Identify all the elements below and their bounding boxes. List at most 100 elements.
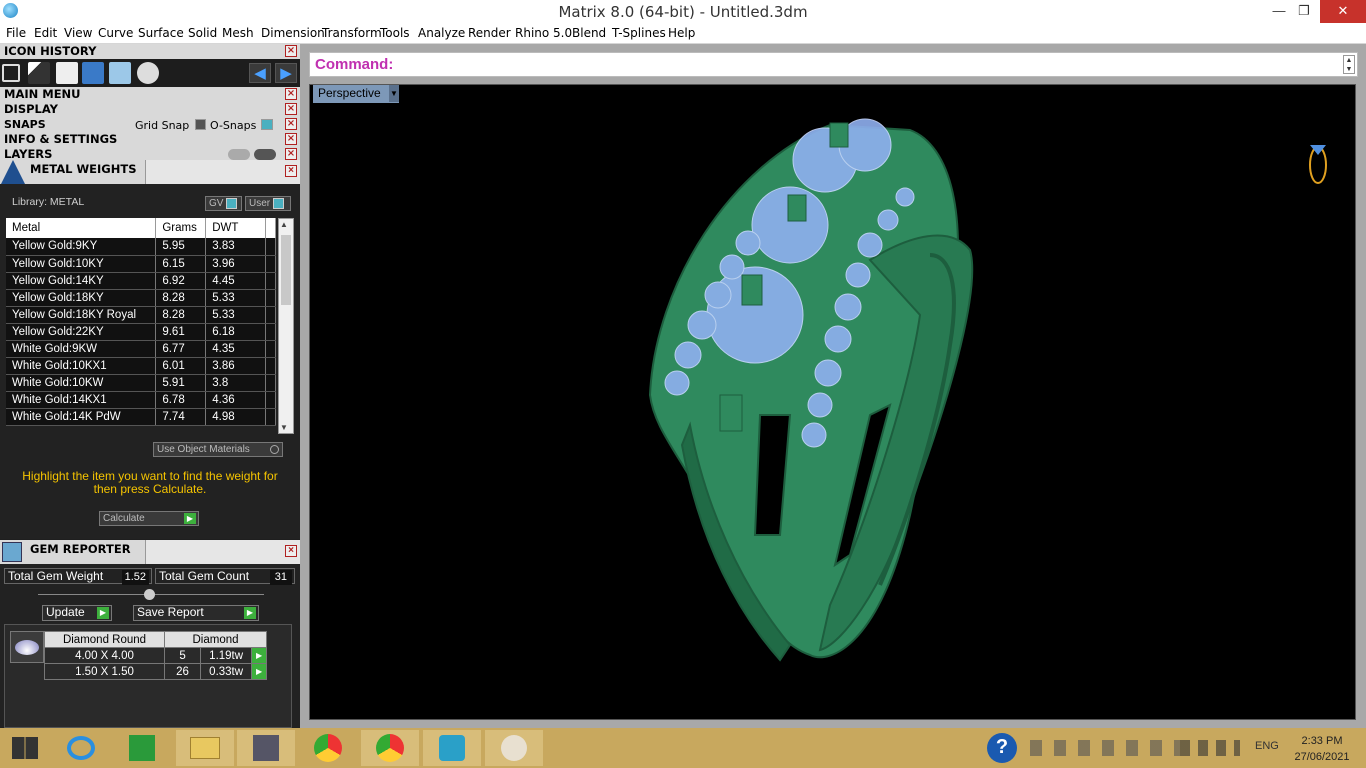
maximize-button[interactable]: ❐: [1287, 0, 1321, 23]
internet-explorer-icon[interactable]: [52, 730, 110, 766]
menu-solid[interactable]: Solid: [188, 26, 217, 40]
menu-analyze[interactable]: Analyze: [418, 26, 465, 40]
table-row[interactable]: White Gold:10KW 5.91 3.8: [6, 374, 276, 392]
table-row[interactable]: 4.00 X 4.00 5 1.19tw ▶: [44, 647, 267, 664]
back-arrow-icon[interactable]: ◀: [249, 63, 271, 83]
matrix-app-icon[interactable]: [237, 730, 295, 766]
layer-toggle-icon[interactable]: [228, 149, 250, 160]
chrome-window-icon[interactable]: [361, 730, 419, 766]
save-icon[interactable]: [2, 64, 20, 82]
snaps-label: SNAPS: [4, 118, 46, 131]
table-row[interactable]: White Gold:14K PdW 7.74 4.98: [6, 408, 276, 426]
snaps-header[interactable]: SNAPS Grid Snap O-Snaps ×: [0, 117, 300, 133]
menu-file[interactable]: File: [6, 26, 26, 40]
document-icon[interactable]: [56, 62, 78, 84]
icon-history-bar: ◀ ▶: [0, 59, 300, 88]
start-icon[interactable]: [12, 737, 38, 759]
menu-rhino[interactable]: Rhino 5.0: [515, 26, 572, 40]
close-icon[interactable]: ×: [285, 45, 297, 57]
close-icon[interactable]: ×: [285, 165, 297, 177]
metal-table-scrollbar[interactable]: ▲ ▼: [278, 218, 294, 434]
info-settings-header[interactable]: INFO & SETTINGS ×: [0, 132, 300, 148]
close-icon[interactable]: ×: [285, 88, 297, 100]
menu-view[interactable]: View: [64, 26, 92, 40]
table-row[interactable]: White Gold:14KX1 6.78 4.36: [6, 391, 276, 409]
osnaps-toggle[interactable]: [261, 119, 273, 130]
save-report-button[interactable]: Save Report ▶: [133, 605, 259, 621]
column-header-grams[interactable]: Grams: [155, 218, 207, 238]
gear-tool-icon[interactable]: [137, 62, 159, 84]
table-row[interactable]: Yellow Gold:22KY 9.61 6.18: [6, 323, 276, 341]
menu-surface[interactable]: Surface: [138, 26, 184, 40]
menu-transform[interactable]: Transform: [322, 26, 382, 40]
close-icon[interactable]: ×: [285, 545, 297, 557]
gv-toggle[interactable]: GV: [205, 196, 242, 211]
help-icon[interactable]: ?: [987, 733, 1017, 763]
user-toggle[interactable]: User: [245, 196, 291, 211]
icon-history-header[interactable]: ICON HISTORY ×: [0, 44, 300, 60]
table-row[interactable]: White Gold:9KW 6.77 4.35: [6, 340, 276, 358]
curve-tool-icon[interactable]: [28, 62, 50, 84]
vso-icon[interactable]: [423, 730, 481, 766]
menu-render[interactable]: Render: [468, 26, 511, 40]
total-gem-count-value: 31: [269, 570, 292, 585]
gem-reporter-icon: [2, 542, 22, 562]
title-bar: Matrix 8.0 (64-bit) - Untitled.3dm — ❐ ✕: [0, 0, 1366, 23]
gem-type-header: Diamond: [164, 631, 267, 648]
grid-snap-toggle[interactable]: [195, 119, 206, 130]
column-header-metal[interactable]: Metal: [6, 218, 157, 238]
tray-icons[interactable]: [1030, 740, 1180, 756]
menu-mesh[interactable]: Mesh: [222, 26, 254, 40]
scroll-up-icon[interactable]: ▲: [280, 220, 288, 229]
close-icon[interactable]: ×: [285, 103, 297, 115]
close-icon[interactable]: ×: [285, 133, 297, 145]
slider-handle[interactable]: [144, 589, 155, 600]
close-button[interactable]: ✕: [1320, 0, 1366, 23]
menu-tsplines[interactable]: T-Splines: [612, 26, 666, 40]
language-indicator[interactable]: ENG: [1255, 740, 1279, 752]
close-icon[interactable]: ×: [285, 148, 297, 160]
table-row[interactable]: White Gold:10KX1 6.01 3.86: [6, 357, 276, 375]
file-explorer-icon[interactable]: [176, 730, 234, 766]
osnaps-label[interactable]: O-Snaps: [210, 118, 256, 133]
table-row[interactable]: Yellow Gold:18KY Royal 8.28 5.33: [6, 306, 276, 324]
table-row[interactable]: 1.50 X 1.50 26 0.33tw ▶: [44, 663, 267, 680]
menu-edit[interactable]: Edit: [34, 26, 57, 40]
display-header[interactable]: DISPLAY ×: [0, 102, 300, 118]
table-row[interactable]: Yellow Gold:14KY 6.92 4.45: [6, 272, 276, 290]
command-line[interactable]: Command: ▲ ▼: [309, 52, 1358, 77]
eye-icon[interactable]: [254, 149, 276, 160]
update-button[interactable]: Update ▶: [42, 605, 112, 621]
column-header-dwt[interactable]: DWT: [205, 218, 267, 238]
play-icon[interactable]: ▶: [251, 647, 267, 664]
gem-report-icon[interactable]: [109, 62, 131, 84]
forward-arrow-icon[interactable]: ▶: [275, 63, 297, 83]
play-icon[interactable]: ▶: [251, 663, 267, 680]
table-row[interactable]: Yellow Gold:10KY 6.15 3.96: [6, 255, 276, 273]
command-history-scroll[interactable]: ▲ ▼: [1343, 55, 1355, 74]
menu-dimension[interactable]: Dimension: [261, 26, 325, 40]
main-menu-header[interactable]: MAIN MENU ×: [0, 87, 300, 103]
store-icon[interactable]: [113, 730, 171, 766]
scroll-thumb[interactable]: [281, 235, 291, 305]
clock[interactable]: 2:33 PM 27/06/2021: [1292, 733, 1352, 765]
gem-tool-icon[interactable]: [82, 62, 104, 84]
system-status-icons[interactable]: [1180, 740, 1240, 756]
library-label: Library: METAL: [12, 196, 85, 208]
close-icon[interactable]: ×: [285, 118, 297, 130]
use-object-materials-label: Use Object Materials: [157, 444, 250, 455]
grid-snap-label[interactable]: Grid Snap: [135, 118, 189, 133]
perspective-viewport[interactable]: Perspective ▼: [309, 84, 1356, 720]
window-title: Matrix 8.0 (64-bit) - Untitled.3dm: [558, 3, 808, 21]
chrome-icon[interactable]: [299, 730, 357, 766]
menu-blend[interactable]: Blend: [572, 26, 606, 40]
menu-help[interactable]: Help: [668, 26, 695, 40]
table-row[interactable]: Yellow Gold:18KY 8.28 5.33: [6, 289, 276, 307]
menu-curve[interactable]: Curve: [98, 26, 133, 40]
use-object-materials-toggle[interactable]: Use Object Materials: [153, 442, 283, 457]
paint-icon[interactable]: [485, 730, 543, 766]
table-row[interactable]: Yellow Gold:9KY 5.95 3.83: [6, 238, 276, 256]
scroll-down-icon[interactable]: ▼: [280, 423, 288, 432]
calculate-button[interactable]: Calculate ▶: [99, 511, 199, 526]
menu-tools[interactable]: Tools: [380, 26, 410, 40]
